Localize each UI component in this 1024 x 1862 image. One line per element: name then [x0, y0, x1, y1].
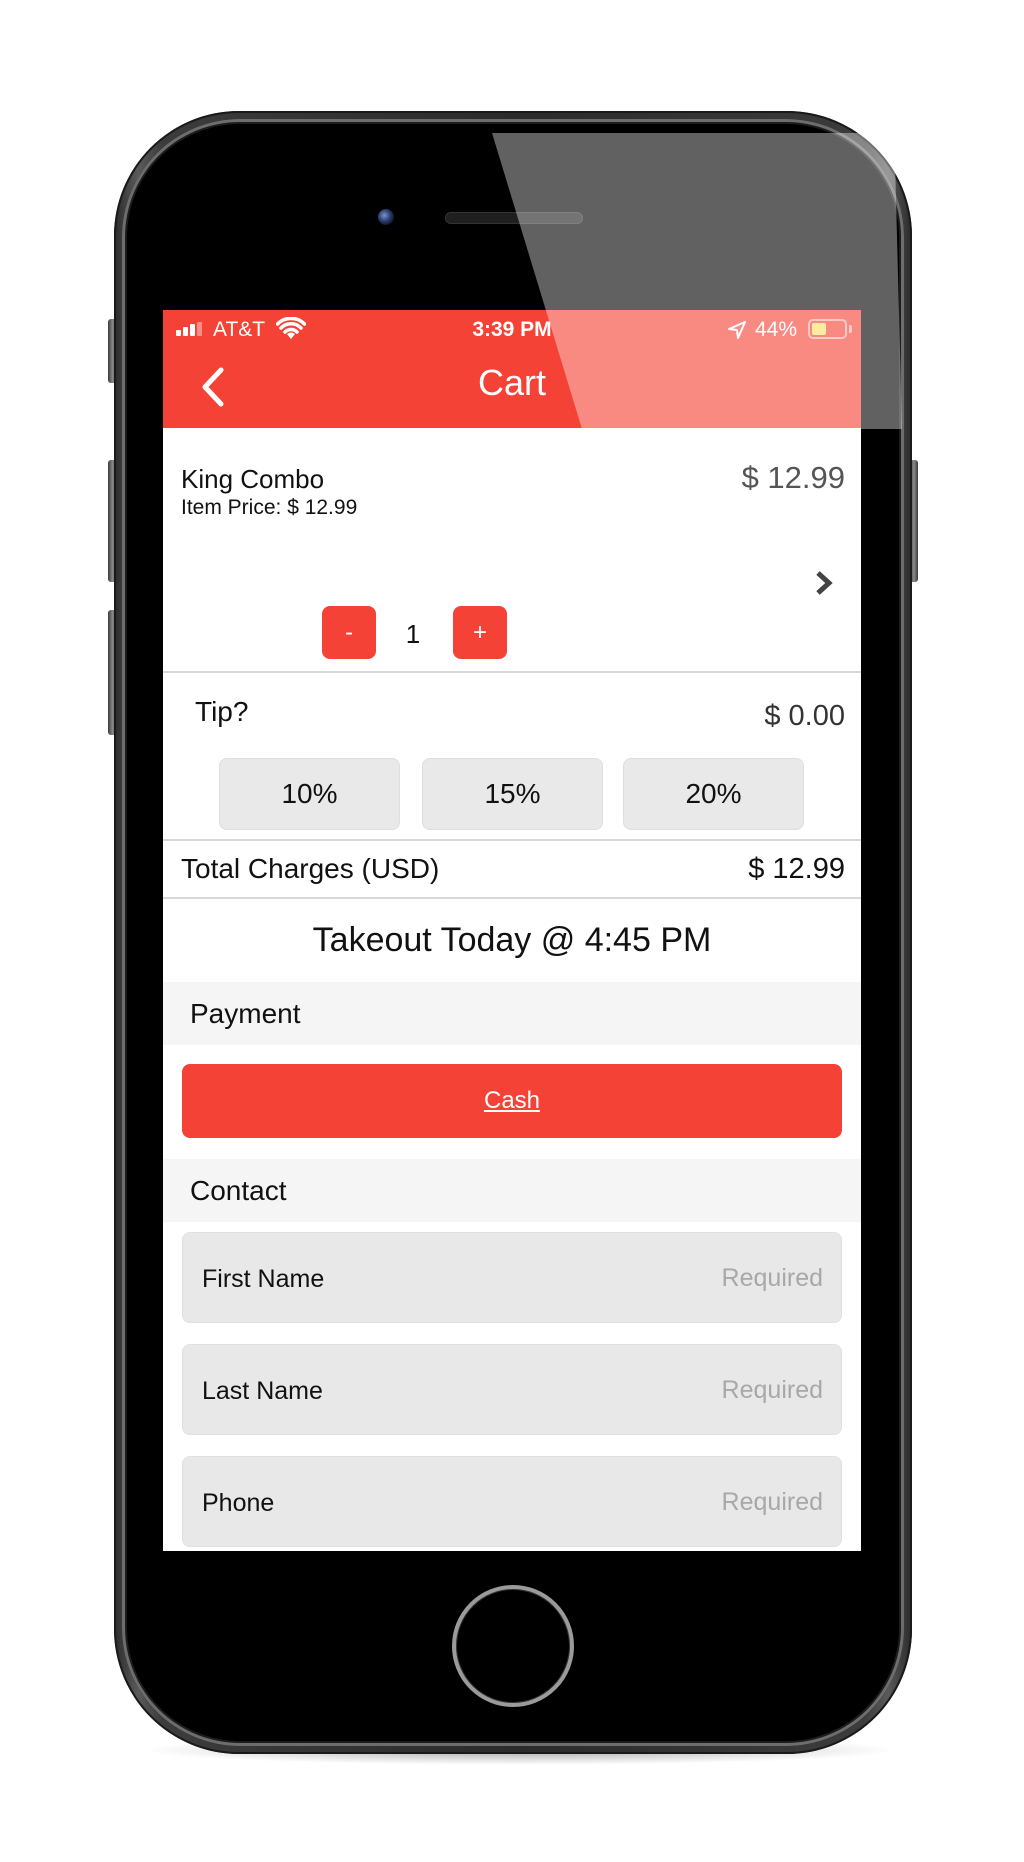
first-name-field[interactable]: First Name	[182, 1232, 842, 1323]
contact-section-header: Contact	[163, 1159, 861, 1222]
phone-input[interactable]	[523, 1483, 823, 1521]
nav-header: AT&T 3:39 PM 44% Cart	[163, 310, 861, 428]
last-name-field[interactable]: Last Name	[182, 1344, 842, 1435]
tip-10-percent-button[interactable]: 10%	[219, 758, 400, 830]
decrement-quantity-button[interactable]: -	[322, 606, 376, 659]
contact-header-label: Contact	[190, 1175, 287, 1206]
item-line-total: $ 12.99	[741, 460, 845, 495]
tip-section: Tip? $ 0.00 10% 15% 20%	[163, 674, 861, 841]
chevron-right-icon[interactable]	[813, 568, 835, 598]
total-charges-amount: $ 12.99	[748, 853, 845, 885]
payment-method-cash-button[interactable]: Cash	[182, 1064, 842, 1138]
first-name-label: First Name	[202, 1265, 325, 1293]
front-camera-icon	[378, 209, 394, 225]
tip-15-percent-button[interactable]: 15%	[422, 758, 603, 830]
battery-percent: 44%	[755, 318, 798, 341]
app-screen: AT&T 3:39 PM 44% Cart King Combo Item Pr…	[163, 310, 861, 1551]
item-name: King Combo	[181, 464, 325, 494]
last-name-label: Last Name	[202, 1377, 323, 1405]
payment-header-label: Payment	[190, 998, 301, 1029]
phone-field[interactable]: Phone	[182, 1456, 842, 1547]
battery-nub	[849, 325, 852, 333]
quantity-value: 1	[405, 619, 421, 649]
tip-20-percent-button[interactable]: 20%	[623, 758, 804, 830]
cart-item[interactable]: King Combo Item Price: $ 12.99 $ 12.99 -…	[163, 428, 861, 673]
item-unit-price: Item Price: $ 12.99	[181, 496, 358, 519]
order-time[interactable]: Takeout Today @ 4:45 PM	[163, 899, 861, 982]
total-charges-label: Total Charges (USD)	[181, 853, 440, 884]
tip-label: Tip?	[195, 696, 249, 727]
phone-label: Phone	[202, 1489, 275, 1517]
last-name-input[interactable]	[523, 1371, 823, 1409]
increment-quantity-button[interactable]: +	[453, 606, 507, 659]
battery-level-fill	[812, 323, 826, 335]
location-arrow-icon	[728, 321, 746, 339]
tip-amount: $ 0.00	[764, 700, 845, 732]
page-title: Cart	[477, 362, 546, 403]
home-button[interactable]	[452, 1585, 574, 1707]
total-charges-row: Total Charges (USD) $ 12.99	[163, 841, 861, 899]
status-bar: AT&T 3:39 PM 44%	[163, 310, 861, 350]
earpiece-speaker	[445, 212, 583, 224]
first-name-input[interactable]	[523, 1259, 823, 1297]
battery-icon	[808, 319, 847, 339]
payment-section-header: Payment	[163, 982, 861, 1045]
